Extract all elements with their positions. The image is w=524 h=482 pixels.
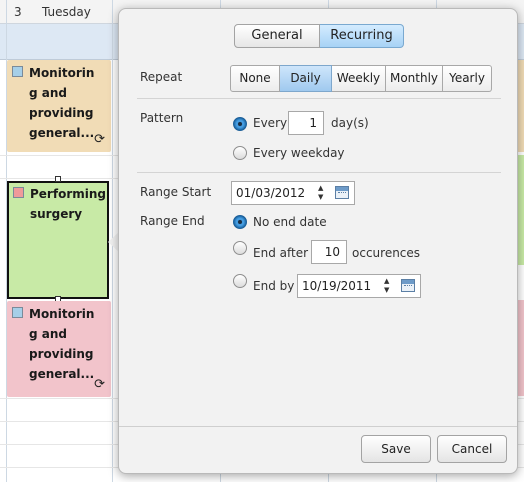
range-start-date-value: 01/03/2012: [236, 186, 306, 200]
end-by-label: End by: [253, 279, 295, 293]
day-name: Tuesday: [42, 5, 91, 19]
every-n-days-radio[interactable]: [233, 117, 247, 131]
end-after-label: End after: [253, 246, 309, 260]
event-title: Monitorin g and providing general...: [29, 307, 95, 381]
recurrence-icon: ⟳: [94, 377, 105, 392]
every-label: Every: [253, 116, 288, 130]
calendar-event-selected[interactable]: Performing surgery: [7, 181, 109, 299]
occurrences-label: occurences: [352, 246, 421, 260]
repeat-none-button[interactable]: None: [230, 65, 280, 92]
dialog-tabs: General Recurring: [234, 24, 404, 48]
no-end-date-radio[interactable]: [233, 215, 247, 229]
range-start-date-field[interactable]: 01/03/2012 ▲ ▼: [231, 181, 355, 205]
no-end-date-label: No end date: [253, 215, 327, 229]
days-unit-label: day(s): [331, 116, 369, 130]
cancel-button[interactable]: Cancel: [437, 435, 507, 463]
recurrence-dialog: General Recurring Repeat None Daily Week…: [118, 8, 518, 474]
calendar-event[interactable]: Monitorin g and providing general... ⟳: [7, 301, 111, 397]
calendar-event[interactable]: Monitorin g and providing general... ⟳: [7, 60, 111, 152]
event-category-marker: [13, 187, 24, 198]
tab-recurring[interactable]: Recurring: [320, 24, 404, 48]
resize-handle-top[interactable]: [55, 176, 61, 182]
repeat-weekly-button[interactable]: Weekly: [332, 65, 386, 92]
repeat-label: Repeat: [140, 70, 183, 84]
end-after-occurrences-input[interactable]: 10: [311, 240, 347, 264]
repeat-monthly-button[interactable]: Monthly: [386, 65, 443, 92]
every-weekday-radio[interactable]: [233, 146, 247, 160]
save-button[interactable]: Save: [361, 435, 431, 463]
repeat-segmented-control: None Daily Weekly Monthly Yearly: [230, 65, 492, 92]
pattern-label: Pattern: [140, 111, 184, 125]
range-start-label: Range Start: [140, 185, 212, 199]
end-by-radio[interactable]: [233, 274, 247, 288]
event-title: Performing surgery: [30, 187, 106, 221]
event-category-marker: [12, 66, 23, 77]
event-category-marker: [12, 307, 23, 318]
recurrence-icon: ⟳: [94, 132, 105, 147]
divider: [137, 98, 501, 99]
end-by-date-field[interactable]: 10/19/2011 ▲ ▼: [297, 274, 421, 298]
tab-general[interactable]: General: [234, 24, 320, 48]
every-days-input[interactable]: 1: [288, 111, 324, 135]
end-after-radio[interactable]: [233, 241, 247, 255]
calendar-icon[interactable]: [335, 186, 349, 199]
every-weekday-label: Every weekday: [253, 146, 345, 160]
range-end-label: Range End: [140, 214, 205, 228]
footer-divider: [119, 426, 517, 427]
end-by-date-value: 10/19/2011: [302, 279, 372, 293]
repeat-daily-button[interactable]: Daily: [280, 65, 332, 92]
divider: [137, 172, 501, 173]
spinner-icon[interactable]: ▲ ▼: [384, 277, 389, 295]
day-number: 3: [14, 5, 22, 19]
spinner-icon[interactable]: ▲ ▼: [318, 184, 323, 202]
repeat-yearly-button[interactable]: Yearly: [443, 65, 492, 92]
calendar-icon[interactable]: [401, 279, 415, 292]
